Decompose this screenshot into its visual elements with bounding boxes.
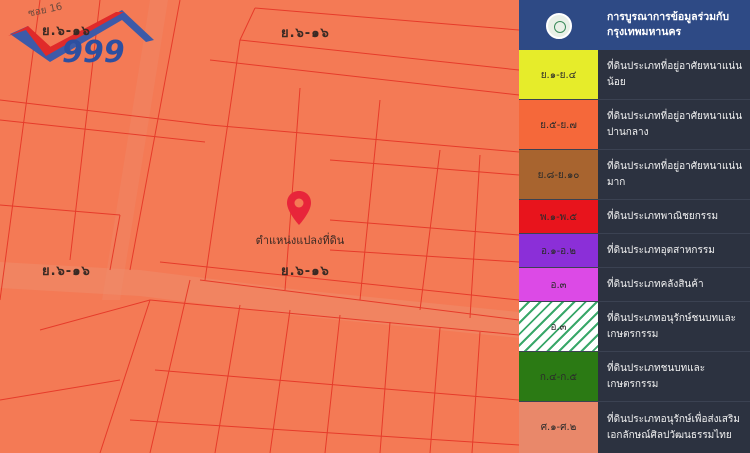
legend-code: ย.๑-ย.๔ <box>540 69 577 81</box>
legend-label: ที่ดินประเภทชนบทและเกษตรกรรม <box>607 363 706 390</box>
legend-swatch: ศ.๑-ศ.๒ <box>519 402 598 453</box>
legend-item: อ.๓ ที่ดินประเภทอนุรักษ์ชนบทและเกษตรกรรม <box>519 302 750 352</box>
legend-item: ก.๔-ก.๕ ที่ดินประเภทชนบทและเกษตรกรรม <box>519 352 750 402</box>
legend-item: ย.๘-ย.๑๐ ที่ดินประเภทที่อยู่อาศัยหนาแน่น… <box>519 150 750 200</box>
legend-header: การบูรณาการข้อมูลร่วมกับกรุงเทพมหานคร <box>519 0 750 50</box>
legend-code: ก.๔-ก.๕ <box>539 371 578 383</box>
legend-label: ที่ดินประเภทที่อยู่อาศัยหนาแน่นน้อย <box>607 61 743 88</box>
pin-caption: ตำแหน่งแปลงที่ดิน <box>255 234 345 247</box>
bma-seal-icon <box>546 13 572 39</box>
zone-label: ย.๖-๑๖ <box>281 264 330 279</box>
legend-label: ที่ดินประเภทที่อยู่อาศัยหนาแน่นมาก <box>607 161 743 188</box>
legend-label: ที่ดินประเภทอนุรักษ์ชนบทและเกษตรกรรม <box>607 313 736 340</box>
parcel-lines <box>0 0 519 453</box>
legend-label: ที่ดินประเภทคลังสินค้า <box>607 279 704 290</box>
legend-label: ที่ดินประเภทอุตสาหกรรม <box>607 245 715 256</box>
legend-swatch: อ.๓ <box>519 268 598 302</box>
map-canvas[interactable]: ซอย 16 999 ย.๖-๑๖ ย.๖-๑๖ ย.๖-๑๖ ย.๖-๑๖ ต… <box>0 0 519 453</box>
legend-label: ที่ดินประเภทพาณิชยกรรม <box>607 211 719 222</box>
legend-code: อ.๑-อ.๒ <box>541 245 576 257</box>
zone-label: ย.๖-๑๖ <box>281 26 330 41</box>
legend-swatch: ก.๔-ก.๕ <box>519 352 598 402</box>
legend-swatch-hatched: อ.๓ <box>519 302 598 352</box>
legend-item: ย.๑-ย.๔ ที่ดินประเภทที่อยู่อาศัยหนาแน่นน… <box>519 50 750 100</box>
zone-label: ย.๖-๑๖ <box>42 24 91 39</box>
legend-swatch: พ.๑-พ.๕ <box>519 200 598 234</box>
legend-swatch: ย.๘-ย.๑๐ <box>519 150 598 200</box>
legend-item: พ.๑-พ.๕ ที่ดินประเภทพาณิชยกรรม <box>519 200 750 234</box>
legend-item: ย.๕-ย.๗ ที่ดินประเภทที่อยู่อาศัยหนาแน่นป… <box>519 100 750 150</box>
legend-code: พ.๑-พ.๕ <box>539 211 578 223</box>
legend-item: อ.๑-อ.๒ ที่ดินประเภทอุตสาหกรรม <box>519 234 750 268</box>
legend-label: ที่ดินประเภทอนุรักษ์เพื่อส่งเสริมเอกลักษ… <box>607 413 740 441</box>
legend-code: อ.๓ <box>550 321 567 333</box>
legend-swatch: ย.๑-ย.๔ <box>519 50 598 100</box>
legend-title: การบูรณาการข้อมูลร่วมกับกรุงเทพมหานคร <box>607 11 730 38</box>
location-pin-icon[interactable] <box>286 190 312 226</box>
legend-code: อ.๓ <box>550 279 567 291</box>
legend-code: ศ.๑-ศ.๒ <box>540 422 577 433</box>
legend-swatch: ย.๕-ย.๗ <box>519 100 598 150</box>
zone-label: ย.๖-๑๖ <box>42 264 91 279</box>
legend-item: ศ.๑-ศ.๒ ที่ดินประเภทอนุรักษ์เพื่อส่งเสริ… <box>519 402 750 453</box>
legend-item: อ.๓ ที่ดินประเภทคลังสินค้า <box>519 268 750 302</box>
legend-code: ย.๘-ย.๑๐ <box>537 169 580 181</box>
legend-label: ที่ดินประเภทที่อยู่อาศัยหนาแน่นปานกลาง <box>607 111 743 138</box>
legend-code: ย.๕-ย.๗ <box>540 119 577 131</box>
zoning-legend: การบูรณาการข้อมูลร่วมกับกรุงเทพมหานคร ย.… <box>519 0 750 453</box>
legend-swatch: อ.๑-อ.๒ <box>519 234 598 268</box>
